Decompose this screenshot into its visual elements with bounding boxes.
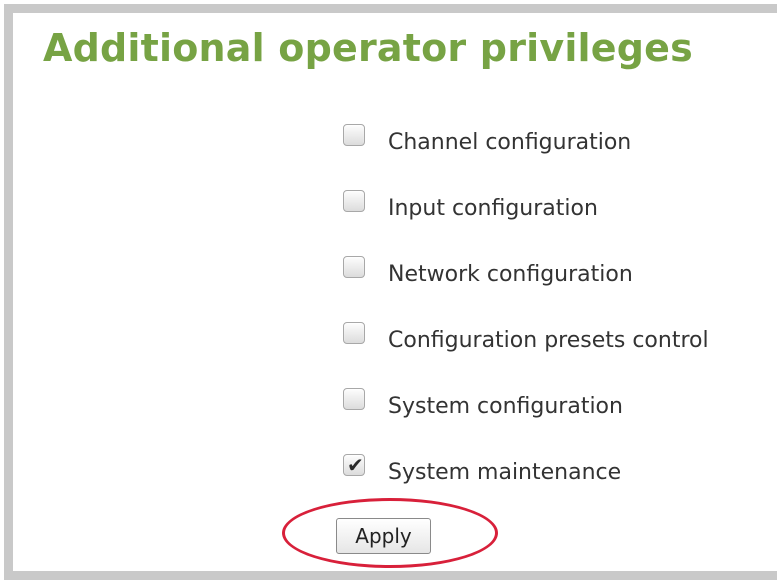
panel-frame [4,4,777,580]
checkbox[interactable] [343,256,365,278]
privilege-label: System maintenance [388,460,622,485]
apply-button[interactable]: Apply [336,518,431,554]
checkbox[interactable] [343,388,365,410]
checkbox[interactable] [343,190,365,212]
privilege-label: Channel configuration [388,130,632,155]
checkbox[interactable] [343,124,365,146]
privilege-label: Input configuration [388,196,598,221]
checkbox[interactable]: ✔ [343,453,365,477]
page-title: Additional operator privileges [43,26,693,70]
privilege-label: Network configuration [388,262,633,287]
privilege-label: System configuration [388,394,623,419]
checkmark-icon: ✔ [347,453,364,477]
privilege-label: Configuration presets control [388,328,709,353]
checkbox[interactable] [343,322,365,344]
